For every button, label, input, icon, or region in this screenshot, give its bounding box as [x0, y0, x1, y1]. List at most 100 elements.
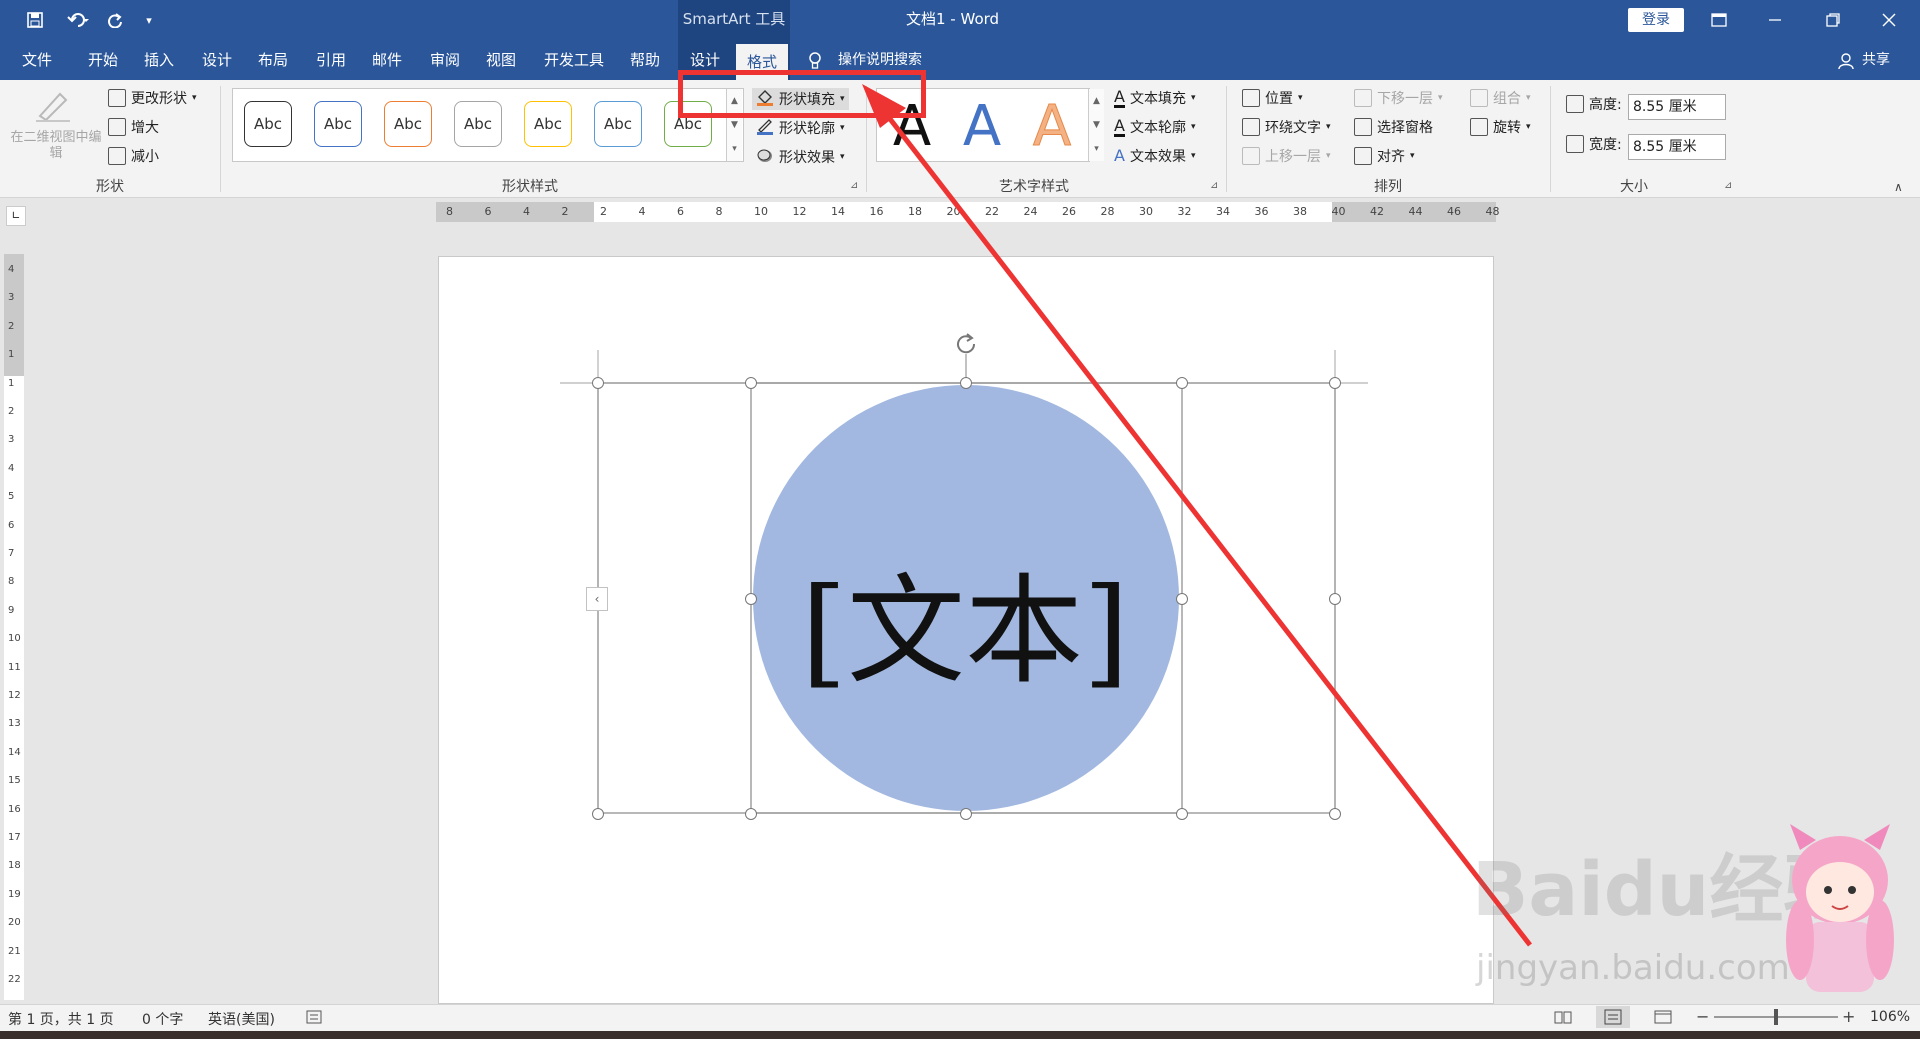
- horizontal-ruler[interactable]: 8 6 4 2 2 4 6 8 10 12 14 16 18 20 22 24 26 28 30 32 34 36 38 40…: [436, 202, 1500, 222]
- wrap-text-button[interactable]: 环绕文字 ▾: [1242, 117, 1331, 137]
- wordart-style-2[interactable]: A: [954, 96, 1010, 158]
- redo-icon[interactable]: [100, 6, 130, 34]
- shape-outline-button[interactable]: 形状轮廓 ▾: [756, 117, 845, 139]
- ruler-tick-label: 9: [8, 604, 15, 616]
- close-icon[interactable]: [1866, 0, 1912, 40]
- tab-developer[interactable]: 开发工具: [536, 40, 612, 80]
- zoom-out-icon[interactable]: −: [1696, 1007, 1709, 1026]
- shape-style-6[interactable]: Abc: [594, 101, 642, 147]
- group-button[interactable]: 组合 ▾: [1470, 88, 1531, 108]
- dialog-launcher-icon[interactable]: ⊿: [1724, 180, 1732, 191]
- ruler-tick-label: 11: [8, 661, 21, 673]
- collapse-ribbon-icon[interactable]: ∧: [1894, 180, 1903, 194]
- print-layout-icon[interactable]: [1596, 1006, 1630, 1028]
- tab-mailings[interactable]: 邮件: [362, 40, 412, 80]
- change-shape-button[interactable]: 更改形状 ▾: [108, 88, 197, 108]
- dialog-launcher-icon[interactable]: ⊿: [850, 180, 858, 191]
- zoom-slider-thumb[interactable]: [1774, 1009, 1778, 1025]
- tab-home[interactable]: 开始: [78, 40, 128, 80]
- undo-icon[interactable]: [58, 6, 98, 34]
- macro-record-icon[interactable]: [306, 1010, 322, 1028]
- wordart-style-3[interactable]: A: [1024, 95, 1080, 158]
- web-layout-icon[interactable]: [1654, 1010, 1672, 1028]
- save-icon[interactable]: [20, 6, 50, 34]
- resize-handle[interactable]: [745, 377, 757, 389]
- tab-layout[interactable]: 布局: [248, 40, 298, 80]
- shape-effects-label: 形状效果: [779, 150, 835, 166]
- tab-design[interactable]: 设计: [192, 40, 242, 80]
- align-button[interactable]: 对齐 ▾: [1354, 146, 1415, 166]
- tab-selector[interactable]: ∟: [6, 206, 26, 226]
- watermark-url: jingyan.baidu.com: [1476, 948, 1790, 988]
- text-outline-icon: A: [1114, 115, 1125, 137]
- word-count[interactable]: 0 个字: [142, 1009, 183, 1029]
- tab-file[interactable]: 文件: [12, 40, 62, 80]
- resize-handle[interactable]: [592, 808, 604, 820]
- page-count[interactable]: 第 1 页，共 1 页: [8, 1009, 114, 1029]
- shape-style-5[interactable]: Abc: [524, 101, 572, 147]
- resize-handle[interactable]: [745, 593, 757, 605]
- smartart-graphic[interactable]: [560, 330, 1370, 820]
- tab-insert[interactable]: 插入: [134, 40, 184, 80]
- text-fill-button[interactable]: A 文本填充 ▾: [1114, 88, 1195, 108]
- share-button[interactable]: 共享: [1856, 40, 1896, 80]
- edit-2d-button[interactable]: 在二维视图中编辑: [8, 130, 104, 162]
- zoom-in-icon[interactable]: +: [1842, 1007, 1855, 1026]
- shape-style-1[interactable]: Abc: [244, 101, 292, 147]
- ruler-tick-label: 20: [946, 205, 961, 218]
- send-backward-button[interactable]: 下移一层 ▾: [1354, 88, 1443, 108]
- language-status[interactable]: 英语(美国): [208, 1009, 275, 1029]
- ruler-tick-label: 40: [1331, 205, 1346, 218]
- resize-handle[interactable]: [1329, 377, 1341, 389]
- tab-review[interactable]: 审阅: [420, 40, 470, 80]
- resize-handle[interactable]: [1176, 593, 1188, 605]
- resize-handle[interactable]: [745, 808, 757, 820]
- shape-style-4[interactable]: Abc: [454, 101, 502, 147]
- shape-effects-button[interactable]: 形状效果 ▾: [756, 146, 845, 168]
- zoom-level[interactable]: 106%: [1870, 1009, 1910, 1025]
- width-label: 宽度:: [1566, 134, 1622, 154]
- text-pane-toggle-icon[interactable]: ‹: [586, 587, 608, 611]
- shape-style-2[interactable]: Abc: [314, 101, 362, 147]
- height-input[interactable]: 8.55 厘米: [1628, 94, 1726, 120]
- resize-handle[interactable]: [1329, 808, 1341, 820]
- ruler-tick-label: 17: [8, 832, 21, 843]
- resize-handle[interactable]: [1329, 593, 1341, 605]
- minimize-icon[interactable]: [1752, 0, 1798, 40]
- smaller-button[interactable]: 减小: [108, 146, 159, 166]
- dialog-launcher-icon[interactable]: ⊿: [1210, 180, 1218, 191]
- gallery-more[interactable]: ▾: [726, 137, 742, 161]
- text-outline-button[interactable]: A 文本轮廓 ▾: [1114, 117, 1195, 137]
- tab-help[interactable]: 帮助: [620, 40, 670, 80]
- tab-references[interactable]: 引用: [306, 40, 356, 80]
- resize-handle[interactable]: [960, 808, 972, 820]
- rotate-icon: [1470, 118, 1488, 136]
- read-mode-icon[interactable]: [1554, 1010, 1572, 1028]
- customize-qat-icon[interactable]: ▾: [134, 6, 164, 34]
- width-input[interactable]: 8.55 厘米: [1628, 134, 1726, 160]
- ribbon-display-options-icon[interactable]: [1696, 0, 1742, 40]
- wordart-scroll-down[interactable]: ▼: [1088, 113, 1104, 137]
- resize-handle[interactable]: [1176, 808, 1188, 820]
- ruler-tick-label: 12: [8, 690, 21, 701]
- ruler-tick-label: 22: [8, 974, 21, 985]
- rotate-handle-icon[interactable]: [952, 330, 980, 358]
- wordart-scroll-up[interactable]: ▲: [1088, 89, 1104, 113]
- vertical-ruler[interactable]: 4 3 2 1 1 2 3 4 5 6 7 8 9 10 11 12 13 14 15 16 17 18 19 20 21 22: [4, 254, 24, 1000]
- wordart-more[interactable]: ▾: [1088, 137, 1104, 161]
- resize-handle[interactable]: [592, 377, 604, 389]
- resize-handle[interactable]: [1176, 377, 1188, 389]
- restore-icon[interactable]: [1810, 0, 1856, 40]
- resize-handle[interactable]: [960, 377, 972, 389]
- login-button[interactable]: 登录: [1628, 8, 1684, 32]
- larger-button[interactable]: 增大: [108, 117, 159, 137]
- rotate-button[interactable]: 旋转 ▾: [1470, 117, 1531, 137]
- selection-pane-button[interactable]: 选择窗格: [1354, 117, 1433, 137]
- position-button[interactable]: 位置 ▾: [1242, 88, 1303, 108]
- tab-view[interactable]: 视图: [476, 40, 526, 80]
- smartart-circle-shape[interactable]: [753, 385, 1179, 811]
- ruler-tick-label: 7: [8, 548, 15, 559]
- bring-forward-button[interactable]: 上移一层 ▾: [1242, 146, 1331, 166]
- text-effects-button[interactable]: A 文本效果 ▾: [1114, 146, 1195, 166]
- shape-style-3[interactable]: Abc: [384, 101, 432, 147]
